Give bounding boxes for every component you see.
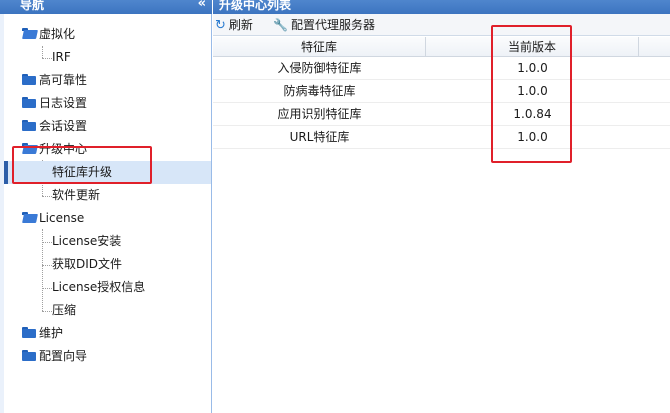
tree-item-compress[interactable]: 压缩 [4, 299, 211, 322]
tree-item-label: 配置向导 [39, 349, 88, 363]
tree-item-license-install[interactable]: License安装 [4, 230, 211, 253]
tree-item-label: 维护 [39, 326, 64, 340]
tree-item-label: IRF [52, 50, 71, 64]
tree-item-label: License安装 [52, 234, 122, 248]
tree-item-label: 压缩 [52, 303, 77, 317]
folder-open-icon [22, 143, 36, 154]
tree-item-license[interactable]: License [4, 207, 211, 230]
table-row[interactable]: URL特征库 1.0.0 [213, 126, 670, 149]
column-header-signature[interactable]: 特征库 [213, 37, 426, 57]
signature-name-cell: 入侵防御特征库 [277, 61, 362, 75]
main-panel: 升级中心列表 ↻ 刷新 🔧 配置代理服务器 特征库 当前版本 入侵防御特征库 1.0… [213, 0, 670, 413]
tree-item-label: 获取DID文件 [52, 257, 123, 271]
table-row[interactable]: 入侵防御特征库 1.0.0 [213, 57, 670, 80]
main-title: 升级中心列表 [219, 0, 292, 12]
tree-item-label: 升级中心 [39, 142, 88, 156]
signature-name-cell: URL特征库 [289, 130, 350, 144]
table-row[interactable]: 应用识别特征库 1.0.84 [213, 103, 670, 126]
tree-item-software-update[interactable]: 软件更新 [4, 184, 211, 207]
folder-icon [22, 350, 36, 361]
folder-open-icon [22, 212, 36, 223]
tree-item-config-wizard[interactable]: 配置向导 [4, 345, 211, 368]
tree-item-label: 软件更新 [52, 188, 101, 202]
config-proxy-label: 配置代理服务器 [290, 18, 375, 32]
tree-item-label: License [39, 211, 85, 225]
grid-header: 特征库 当前版本 [213, 37, 670, 57]
table-row[interactable]: 防病毒特征库 1.0.0 [213, 80, 670, 103]
nav-header: 导航 « [0, 0, 212, 14]
column-header-version[interactable]: 当前版本 [426, 37, 639, 57]
nav-title: 导航 [20, 0, 45, 12]
tree-item-virtualization[interactable]: 虚拟化 [4, 23, 211, 46]
config-proxy-button[interactable]: 🔧 配置代理服务器 [273, 14, 375, 36]
folder-open-icon [22, 28, 36, 39]
tree-item-label: 特征库升级 [52, 165, 113, 179]
tree-item-license-info[interactable]: License授权信息 [4, 276, 211, 299]
version-cell: 1.0.0 [517, 61, 548, 75]
refresh-button[interactable]: ↻ 刷新 [215, 14, 253, 36]
folder-icon [22, 327, 36, 338]
tree-item-upgrade-center[interactable]: 升级中心 [4, 138, 211, 161]
signature-name-cell: 防病毒特征库 [283, 84, 356, 98]
tree-item-label: 高可靠性 [39, 73, 88, 87]
tree-item-signature-upgrade[interactable]: 特征库升级 [4, 161, 211, 184]
tree-item-session-settings[interactable]: 会话设置 [4, 115, 211, 138]
tree-item-label: 日志设置 [39, 96, 88, 110]
collapse-icon[interactable]: « [198, 0, 206, 10]
wrench-icon: 🔧 [273, 18, 288, 32]
refresh-label: 刷新 [228, 18, 253, 32]
folder-icon [22, 74, 36, 85]
tree-item-label: License授权信息 [52, 280, 146, 294]
toolbar: ↻ 刷新 🔧 配置代理服务器 [213, 14, 670, 36]
tree-item-label: 会话设置 [39, 119, 88, 133]
selected-indicator [4, 161, 8, 184]
main-header: 升级中心列表 [213, 0, 670, 14]
version-cell: 1.0.0 [517, 130, 548, 144]
refresh-icon: ↻ [215, 18, 226, 33]
tree-item-get-did-file[interactable]: 获取DID文件 [4, 253, 211, 276]
tree-item-log-settings[interactable]: 日志设置 [4, 92, 211, 115]
navigation-panel: 导航 « 虚拟化 IRF 高可靠性 日志设置 会话设置 升级中心 特征库升级 软… [0, 0, 212, 413]
folder-icon [22, 97, 36, 108]
tree-item-maintenance[interactable]: 维护 [4, 322, 211, 345]
signature-name-cell: 应用识别特征库 [277, 107, 362, 121]
tree-item-label: 虚拟化 [39, 27, 76, 41]
tree-item-irf[interactable]: IRF [4, 46, 211, 69]
version-cell: 1.0.84 [513, 107, 552, 121]
version-cell: 1.0.0 [517, 84, 548, 98]
folder-icon [22, 120, 36, 131]
tree-item-high-reliability[interactable]: 高可靠性 [4, 69, 211, 92]
